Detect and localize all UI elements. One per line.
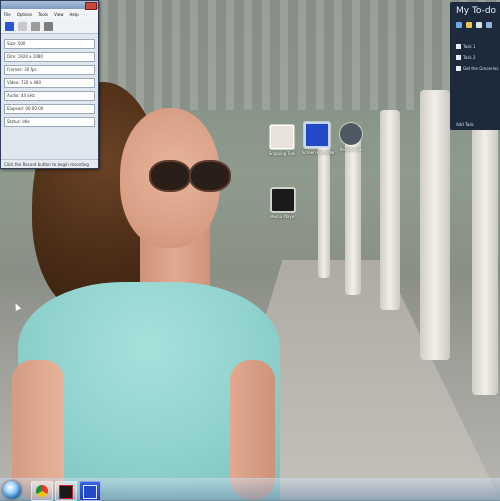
close-button[interactable] — [85, 2, 97, 10]
taskbar-chrome[interactable] — [31, 481, 53, 501]
gadget-item[interactable]: Task 1 — [456, 44, 475, 49]
settings-icon[interactable] — [44, 21, 53, 31]
desktop-icon-recycle-bin[interactable]: Recycle Bin — [336, 123, 366, 159]
gadget-add-icon[interactable] — [456, 22, 462, 28]
video-player-icon — [59, 485, 73, 499]
wallpaper-column — [420, 90, 450, 360]
todo-gadget[interactable]: My To-do Task 1 Task 2 Get the Groceries… — [450, 2, 500, 130]
wallpaper-column — [380, 110, 400, 310]
desktop-icon-label: Recycle Bin — [339, 147, 363, 152]
setting-row[interactable]: Elapsed: 00:00:00 — [4, 104, 95, 114]
recorder-toolbar — [1, 19, 98, 34]
setting-row[interactable]: Video: 720 x 480 — [4, 78, 95, 88]
taskbar-screen-recorder[interactable] — [79, 481, 101, 501]
wallpaper-column — [472, 95, 498, 395]
recorder-app-icon — [304, 122, 330, 148]
screen-recorder-icon — [83, 485, 97, 499]
desktop-icon-snipping[interactable]: Snipping Tool — [267, 125, 297, 161]
menu-file[interactable]: File — [4, 12, 11, 17]
menu-options[interactable]: Options — [17, 12, 32, 17]
recorder-title-bar[interactable] — [1, 1, 98, 10]
record-button[interactable] — [5, 21, 14, 31]
setting-row[interactable]: Size: 500 — [4, 39, 95, 49]
gadget-item[interactable]: Get the Groceries — [456, 66, 498, 71]
recycle-bin-icon — [340, 123, 362, 145]
gadget-item-label: Task 1 — [463, 44, 476, 49]
recorder-settings: Size: 500 Dim: 1920 x 1080 Frames: 30 fp… — [1, 34, 98, 132]
gadget-settings-icon[interactable] — [486, 22, 492, 28]
wallpaper-column — [318, 138, 330, 278]
checkbox[interactable] — [456, 44, 461, 49]
gadget-title: My To-do — [456, 6, 497, 16]
desktop-icon-recorder[interactable]: Screen Recorder — [302, 122, 335, 158]
sunglasses — [145, 160, 231, 192]
gadget-note-icon[interactable] — [476, 22, 482, 28]
gadget-item-label: Task 2 — [463, 55, 476, 60]
stop-button[interactable] — [18, 21, 27, 31]
recorder-menu-bar: File Options Tools View Help — [1, 9, 98, 19]
app-icon — [270, 125, 294, 149]
gadget-folder-icon[interactable] — [466, 22, 472, 28]
gadget-add-task[interactable]: Add Task — [456, 122, 474, 127]
gadget-item[interactable]: Task 2 — [456, 55, 475, 60]
menu-help[interactable]: Help — [70, 12, 79, 17]
recorder-window[interactable]: File Options Tools View Help Size: 500 D… — [0, 0, 99, 169]
taskbar — [0, 478, 500, 501]
pause-button[interactable] — [31, 21, 40, 31]
gadget-toolbar — [456, 22, 492, 28]
media-player-icon — [271, 188, 295, 212]
setting-row[interactable]: Status: Idle — [4, 117, 95, 127]
desktop-icon-label: Snipping Tool — [268, 151, 296, 156]
menu-tools[interactable]: Tools — [38, 12, 48, 17]
start-button[interactable] — [3, 481, 21, 499]
checkbox[interactable] — [456, 55, 461, 60]
checkbox[interactable] — [456, 66, 461, 71]
gadget-item-label: Get the Groceries — [463, 66, 499, 71]
menu-view[interactable]: View — [54, 12, 64, 17]
recorder-status-bar: Click the Record button to begin recordi… — [1, 159, 98, 168]
desktop-icon-label: Media Player — [270, 214, 296, 219]
taskbar-video-player[interactable] — [55, 481, 77, 501]
chrome-icon — [36, 485, 48, 497]
desktop-icon-media-player[interactable]: Media Player — [268, 188, 298, 224]
desktop-icon-label: Screen Recorder — [302, 150, 335, 155]
setting-row[interactable]: Frames: 30 fps — [4, 65, 95, 75]
setting-row[interactable]: Dim: 1920 x 1080 — [4, 52, 95, 62]
setting-row[interactable]: Audio: 44 kHz — [4, 91, 95, 101]
